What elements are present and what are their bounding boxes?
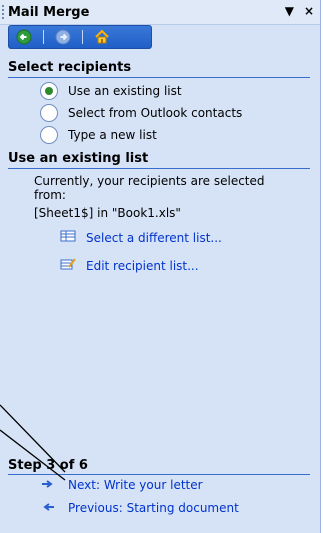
annotation-pointer-lines xyxy=(0,404,66,481)
